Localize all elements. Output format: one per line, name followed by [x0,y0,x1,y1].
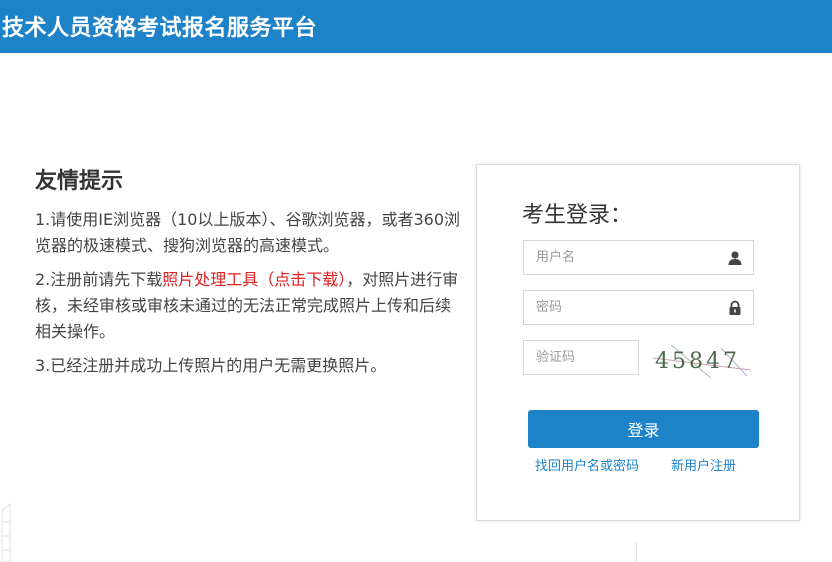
photo-tool-download-link[interactable]: 照片处理工具（点击下载） [162,270,346,289]
site-title: 技术人员资格考试报名服务平台 [2,16,318,41]
login-title: 考生登录： [522,203,633,228]
tip-item-2: 2.注册前请先下载照片处理工具（点击下载），对照片进行审核，未经审核或审核未通过… [35,267,465,345]
username-input[interactable] [524,241,714,274]
username-field [523,240,754,275]
captcha-input[interactable] [524,341,634,374]
captcha-text: 45847 [655,349,740,374]
tips-section: 友情提示 1.请使用IE浏览器（10以上版本）、谷歌浏览器，或者360浏览器的极… [35,163,465,387]
captcha-image[interactable]: 45847 [651,340,755,380]
tip-item-3: 3.已经注册并成功上传照片的用户无需更换照片。 [35,356,387,375]
tips-title: 友情提示 [35,169,124,194]
header-bar: 技术人员资格考试报名服务平台 [0,0,832,53]
decorative-building-graphic [1,503,11,562]
forgot-credentials-link[interactable]: 找回用户名或密码 [535,455,639,474]
user-icon [728,251,742,265]
captcha-field [523,340,639,375]
tip-item-1: 1.请使用IE浏览器（10以上版本）、谷歌浏览器，或者360浏览器的极速模式、搜… [35,210,460,255]
login-panel: 考生登录： 45847 登录 找回用户名或密码 新用户注册 [476,164,800,521]
login-button[interactable]: 登录 [528,410,759,448]
password-input[interactable] [524,291,714,324]
password-field [523,290,754,325]
register-link[interactable]: 新用户注册 [671,455,736,474]
lock-icon [729,300,741,315]
tip-item-2-prefix: 2.注册前请先下载 [35,270,163,289]
decorative-divider [636,542,637,562]
